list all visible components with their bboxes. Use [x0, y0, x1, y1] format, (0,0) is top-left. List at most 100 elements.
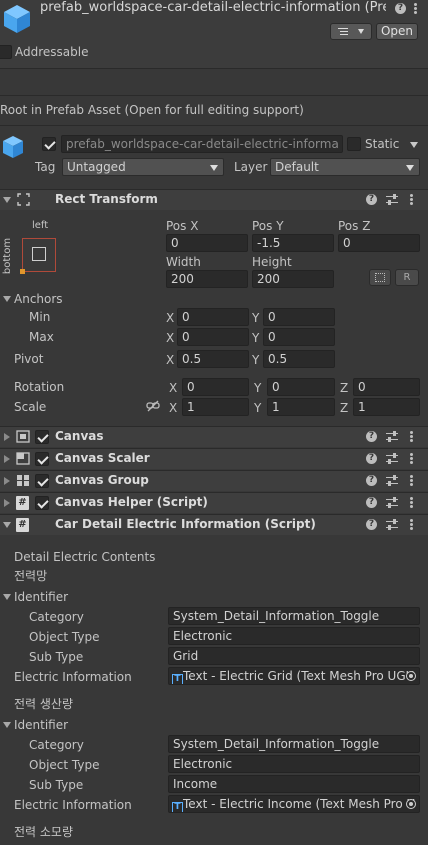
tag-dropdown[interactable]: Untagged — [62, 158, 224, 176]
pivot-y-field[interactable]: 0.5 — [263, 350, 335, 368]
chevron-down-icon — [358, 29, 364, 34]
category-field[interactable]: System_Detail_Information_Toggle — [168, 735, 420, 753]
more-options-icon[interactable] — [410, 194, 413, 205]
pos-y-field[interactable]: -1.5 — [252, 234, 334, 252]
component-title: Canvas Group — [55, 473, 149, 487]
anchor-box-icon — [32, 247, 46, 261]
rot-z-field[interactable]: 0 — [353, 378, 420, 396]
scale-x-axis: X — [169, 401, 178, 415]
enabled-checkbox[interactable] — [35, 452, 49, 466]
foldout-collapsed-icon[interactable] — [4, 455, 10, 463]
list-icon — [338, 27, 348, 36]
gameobject-name-field[interactable]: prefab_worldspace-car-detail-electric-in… — [61, 135, 343, 153]
component-header-car-detail-electric-information[interactable]: # Car Detail Electric Information (Scrip… — [0, 514, 428, 535]
canvas-icon — [16, 430, 30, 443]
identifier-foldout-icon[interactable] — [3, 594, 11, 600]
static-checkbox[interactable] — [347, 137, 361, 151]
presets-icon[interactable] — [386, 453, 398, 464]
help-icon[interactable]: ? — [366, 431, 377, 442]
presets-icon[interactable] — [386, 497, 398, 508]
pos-x-field[interactable]: 0 — [166, 234, 248, 252]
raw-edit-button[interactable]: R — [395, 269, 419, 286]
min-label: Min — [29, 310, 51, 324]
script-body: Detail Electric Contents 전력망 Identifier … — [0, 535, 428, 845]
width-field[interactable]: 200 — [166, 270, 248, 288]
max-x-axis: X — [166, 331, 175, 345]
category-field[interactable]: System_Detail_Information_Toggle — [168, 607, 420, 625]
more-options-icon[interactable] — [410, 453, 413, 464]
foldout-expanded-icon[interactable] — [3, 522, 11, 528]
text-component-icon: T — [172, 674, 183, 684]
pos-z-label: Pos Z — [338, 219, 371, 233]
addressable-checkbox[interactable] — [0, 45, 12, 59]
max-x-field[interactable]: 0 — [177, 328, 249, 346]
help-icon[interactable]: ? — [366, 194, 377, 205]
enabled-checkbox[interactable] — [35, 496, 49, 510]
anchor-presets-button[interactable] — [20, 238, 56, 274]
sub-type-field[interactable]: Income — [168, 775, 420, 793]
more-options-icon[interactable] — [414, 3, 417, 14]
anchors-foldout-icon[interactable] — [3, 296, 11, 302]
help-icon[interactable]: ? — [366, 497, 377, 508]
enabled-checkbox[interactable] — [35, 474, 49, 488]
more-options-icon[interactable] — [410, 497, 413, 508]
prefab-cube-icon — [4, 5, 30, 33]
object-type-field[interactable]: Electronic — [168, 755, 420, 773]
electric-information-value: Text - Electric Grid (Text Mesh Pro UGU — [183, 669, 415, 683]
presets-icon[interactable] — [386, 519, 398, 530]
layer-dropdown[interactable]: Default — [270, 158, 420, 176]
electric-information-label: Electric Information — [14, 798, 132, 812]
rect-transform-icon — [17, 193, 30, 206]
foldout-collapsed-icon[interactable] — [4, 433, 10, 441]
object-picker-icon[interactable] — [406, 799, 416, 809]
component-header-canvas-helper[interactable]: # Canvas Helper (Script) ? — [0, 492, 428, 513]
active-checkbox[interactable] — [42, 137, 56, 151]
component-header-canvas-group[interactable]: Canvas Group ? — [0, 470, 428, 491]
scale-z-field[interactable]: 1 — [353, 398, 420, 416]
component-header-canvas-scaler[interactable]: Canvas Scaler ? — [0, 448, 428, 469]
sub-type-field[interactable]: Grid — [168, 647, 420, 665]
layout-dropdown-button[interactable] — [330, 23, 372, 40]
identifier-label: Identifier — [14, 718, 69, 732]
foldout-collapsed-icon[interactable] — [4, 477, 10, 485]
help-icon[interactable]: ? — [366, 453, 377, 464]
component-title: Canvas Scaler — [55, 451, 150, 465]
group-heading: 전력망 — [14, 569, 48, 583]
pivot-x-field[interactable]: 0.5 — [177, 350, 249, 368]
height-field[interactable]: 200 — [252, 270, 334, 288]
min-y-field[interactable]: 0 — [263, 308, 335, 326]
rot-x-field[interactable]: 0 — [182, 378, 249, 396]
foldout-expanded-icon[interactable] — [3, 197, 11, 203]
more-options-icon[interactable] — [410, 431, 413, 442]
electric-information-field[interactable]: T Text - Electric Income (Text Mesh Pro U — [168, 795, 420, 813]
help-icon[interactable]: ? — [366, 519, 377, 530]
more-options-icon[interactable] — [410, 519, 413, 530]
electric-information-field[interactable]: T Text - Electric Grid (Text Mesh Pro UGU — [168, 667, 420, 685]
rect-transform-header[interactable]: Rect Transform ? — [0, 189, 428, 210]
presets-icon[interactable] — [386, 431, 398, 442]
rot-y-field[interactable]: 0 — [267, 378, 335, 396]
anchor-preset-top-label: left — [32, 220, 49, 231]
help-icon[interactable]: ? — [366, 475, 377, 486]
component-header-canvas[interactable]: Canvas ? — [0, 426, 428, 447]
constrain-proportions-icon[interactable] — [146, 400, 160, 412]
min-x-field[interactable]: 0 — [177, 308, 249, 326]
blueprint-mode-button[interactable] — [369, 269, 391, 286]
object-type-field[interactable]: Electronic — [168, 627, 420, 645]
identifier-foldout-icon[interactable] — [3, 722, 11, 728]
open-button[interactable]: Open — [376, 23, 418, 40]
help-icon[interactable]: ? — [395, 3, 406, 14]
more-options-icon[interactable] — [410, 475, 413, 486]
presets-icon[interactable] — [386, 194, 398, 205]
object-picker-icon[interactable] — [406, 671, 416, 681]
foldout-collapsed-icon[interactable] — [4, 499, 10, 507]
presets-icon[interactable] — [386, 475, 398, 486]
scale-y-field[interactable]: 1 — [267, 398, 335, 416]
pivot-y-axis: Y — [252, 353, 260, 367]
scale-x-field[interactable]: 1 — [182, 398, 249, 416]
max-y-field[interactable]: 0 — [263, 328, 335, 346]
enabled-checkbox[interactable] — [35, 430, 49, 444]
script-icon: # — [16, 496, 29, 510]
static-dropdown-icon[interactable] — [410, 142, 418, 148]
pos-z-field[interactable]: 0 — [338, 234, 420, 252]
